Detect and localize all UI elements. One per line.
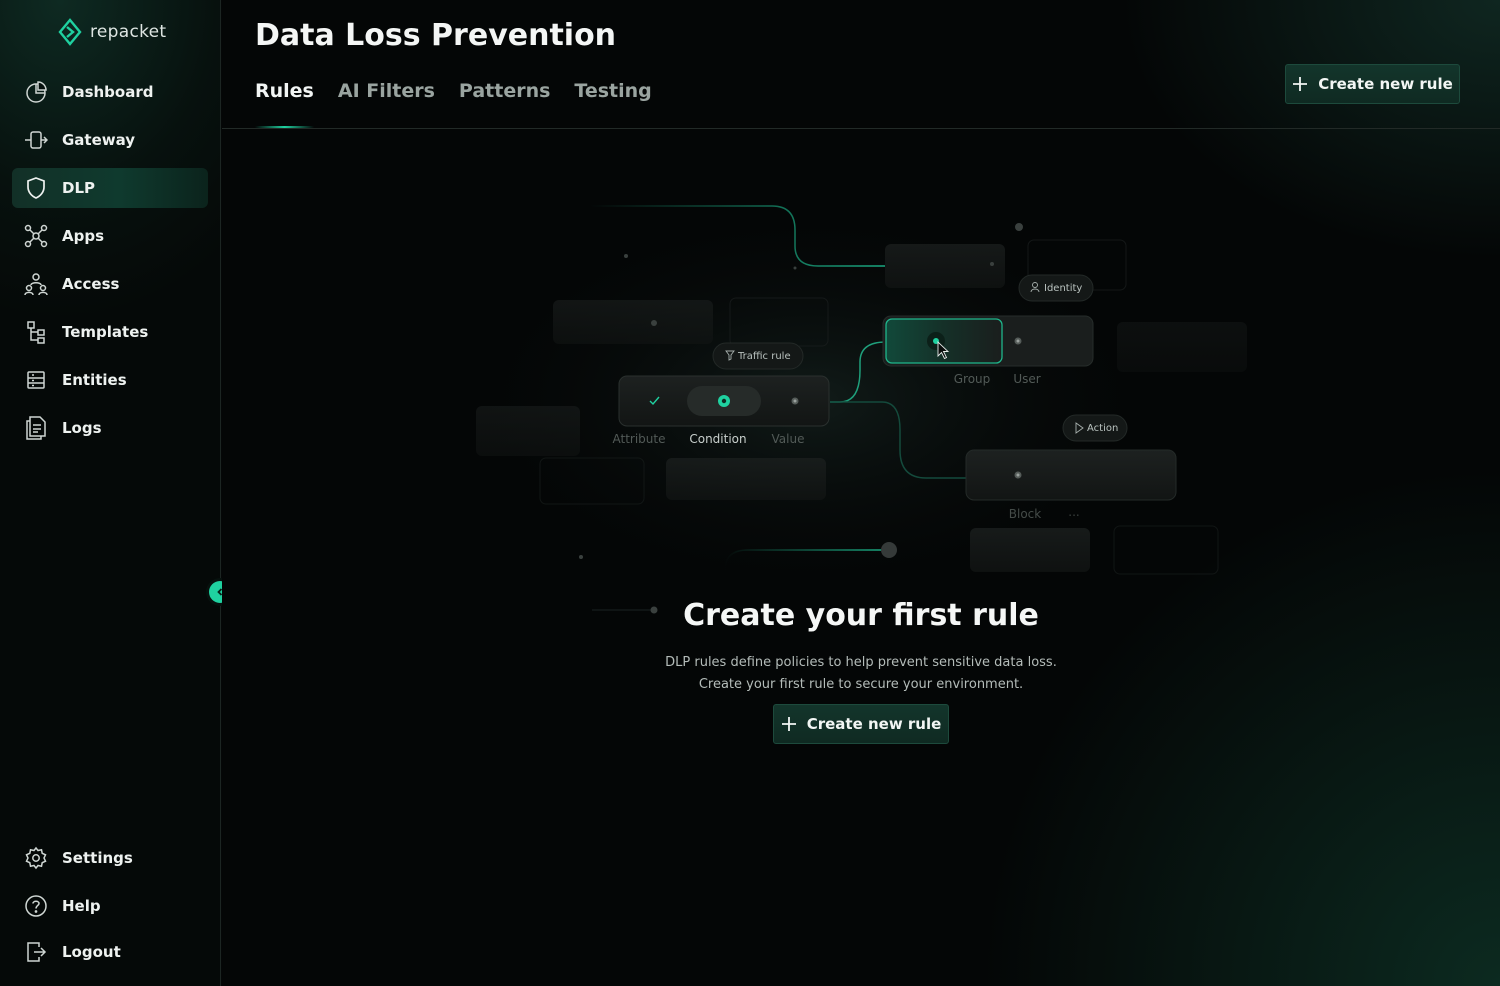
logout-icon: [27, 942, 47, 962]
brand-logo[interactable]: repacket: [58, 18, 166, 46]
value-label: Value: [772, 432, 805, 446]
condition-label: Condition: [689, 432, 746, 446]
traffic-rule-pill-label: Traffic rule: [737, 351, 791, 362]
tab-testing[interactable]: Testing: [574, 80, 651, 128]
action-pill-label: Action: [1087, 423, 1118, 434]
create-rule-label: Create new rule: [806, 715, 942, 733]
group-label: Group: [954, 372, 991, 386]
create-rule-button[interactable]: Create new rule: [773, 704, 949, 744]
sidebar-item-dashboard[interactable]: Dashboard: [12, 72, 208, 112]
sidebar-item-label: Logout: [62, 943, 121, 961]
apps-icon: [24, 224, 48, 248]
plus-icon: [781, 717, 796, 731]
access-icon: [24, 273, 48, 296]
empty-state-description-line-2: Create your first rule to secure your en…: [698, 677, 1024, 692]
sidebar-item-apps[interactable]: Apps: [12, 216, 208, 256]
sidebar-item-label: Dashboard: [62, 83, 154, 101]
tab-patterns[interactable]: Patterns: [459, 80, 551, 128]
more-label: ...: [1068, 505, 1079, 519]
repacket-logo-icon: [58, 18, 82, 46]
logs-icon: [26, 416, 46, 440]
empty-state-description-line-1: DLP rules define policies to help preven…: [665, 655, 1057, 670]
shield-icon: [27, 177, 45, 199]
create-rule-label: Create new rule: [1318, 75, 1453, 93]
brand-name: repacket: [90, 22, 167, 42]
help-icon: [25, 895, 47, 917]
sidebar: repacket Dashboard Gateway DLP Apps Acce…: [0, 0, 231, 986]
sidebar-item-label: Gateway: [62, 131, 136, 149]
sidebar-item-label: Entities: [62, 371, 127, 389]
header-divider: [222, 128, 1500, 129]
sidebar-item-access[interactable]: Access: [12, 264, 208, 304]
sidebar-item-label: Settings: [62, 849, 133, 867]
gateway-icon: [25, 131, 48, 149]
page-title: Data Loss Prevention: [255, 18, 617, 53]
sidebar-item-logs[interactable]: Logs: [12, 408, 208, 448]
identity-pill-label: Identity: [1044, 283, 1082, 294]
sidebar-item-help[interactable]: Help: [12, 886, 208, 926]
block-label: Block: [1009, 507, 1042, 521]
plus-icon: [1293, 77, 1308, 91]
sidebar-item-templates[interactable]: Templates: [12, 312, 208, 352]
sidebar-item-label: Access: [62, 275, 120, 293]
sidebar-item-logout[interactable]: Logout: [12, 932, 208, 972]
tab-ai-filters[interactable]: AI Filters: [338, 80, 435, 128]
tab-bar: Rules AI Filters Patterns Testing: [255, 80, 652, 128]
empty-state-title: Create your first rule: [683, 598, 1039, 633]
create-rule-button-header[interactable]: Create new rule: [1285, 64, 1460, 104]
templates-icon: [27, 321, 45, 344]
attribute-label: Attribute: [613, 432, 666, 446]
tab-rules[interactable]: Rules: [255, 80, 314, 128]
sidebar-item-gateway[interactable]: Gateway: [12, 120, 208, 160]
sidebar-item-dlp[interactable]: DLP: [12, 168, 208, 208]
sidebar-item-entities[interactable]: Entities: [12, 360, 208, 400]
sidebar-item-label: Apps: [62, 227, 105, 245]
main-content: Data Loss Prevention Rules AI Filters Pa…: [222, 0, 1500, 986]
sidebar-item-label: Logs: [62, 419, 102, 437]
entities-icon: [27, 371, 45, 389]
sidebar-item-label: Help: [62, 897, 101, 915]
dashboard-icon: [26, 81, 47, 103]
sidebar-item-settings[interactable]: Settings: [12, 838, 208, 878]
user-label: User: [1013, 372, 1040, 386]
sidebar-item-label: DLP: [62, 179, 96, 197]
gear-icon: [25, 846, 47, 870]
sidebar-item-label: Templates: [62, 323, 149, 341]
